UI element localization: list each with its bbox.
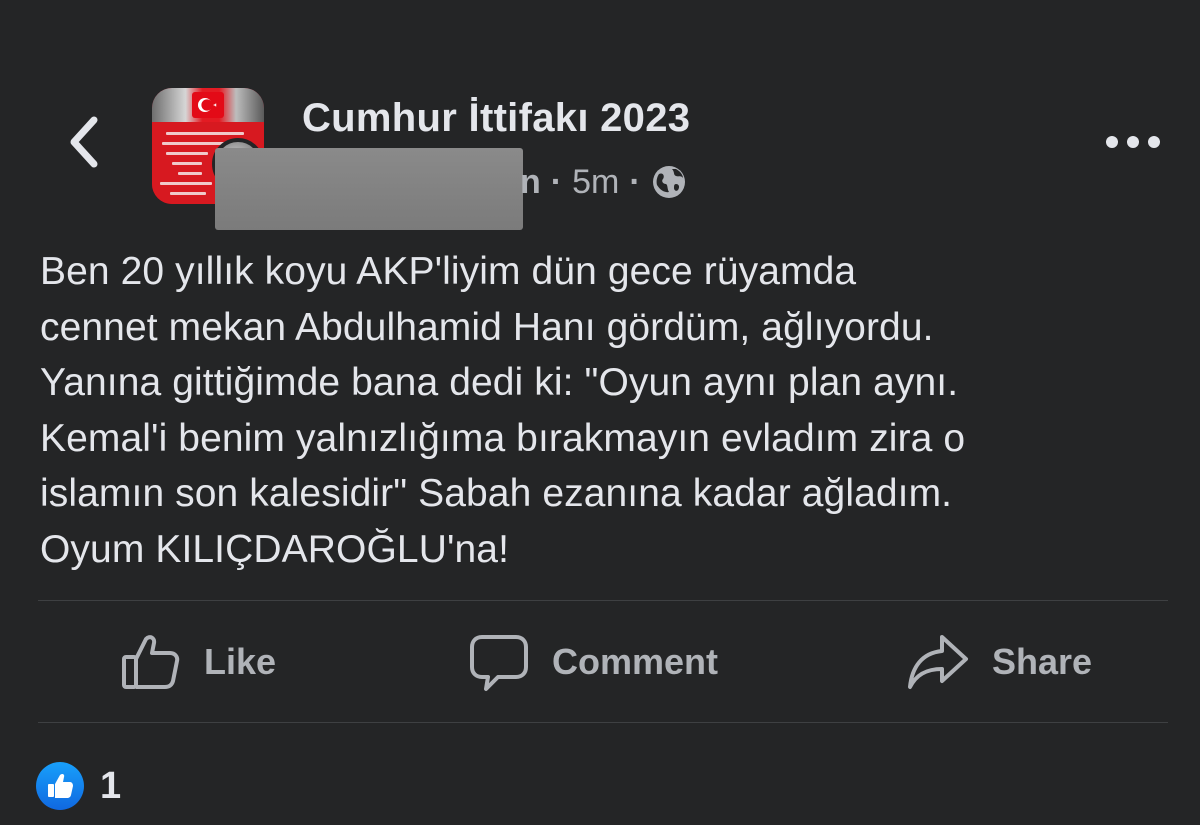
comment-label: Comment (552, 641, 719, 682)
meta-separator: · (629, 162, 641, 201)
post-body: Ben 20 yıllık koyu AKP'liyim dün gece rü… (40, 250, 966, 571)
page-name[interactable]: Cumhur İttifakı 2023 (302, 96, 690, 141)
turkish-flag-icon (192, 92, 224, 118)
more-options-button[interactable] (1100, 122, 1166, 162)
divider (38, 600, 1168, 601)
post-meta: n · 5m · (520, 160, 687, 204)
reaction-count: 1 (100, 764, 122, 807)
share-button[interactable]: Share (906, 624, 1092, 700)
divider (38, 722, 1168, 723)
back-button[interactable] (62, 112, 106, 172)
share-label: Share (992, 641, 1093, 682)
meta-separator: · (550, 162, 563, 201)
post-timestamp[interactable]: 5m (572, 163, 619, 202)
like-thumb-icon (36, 762, 84, 810)
action-bar: Like Comment Share (0, 624, 1200, 700)
author-name-fragment[interactable]: n (520, 163, 541, 202)
like-label: Like (204, 641, 277, 682)
chevron-left-icon (70, 116, 98, 168)
redaction-box (215, 148, 523, 230)
globe-icon (651, 164, 687, 200)
comment-button[interactable]: Comment (468, 624, 718, 700)
thumbs-up-icon (122, 635, 180, 689)
more-dots-icon (1106, 136, 1160, 148)
share-arrow-icon (908, 635, 968, 689)
reaction-summary[interactable]: 1 (36, 762, 121, 810)
like-button[interactable]: Like (120, 624, 276, 700)
comment-bubble-icon (470, 635, 528, 691)
